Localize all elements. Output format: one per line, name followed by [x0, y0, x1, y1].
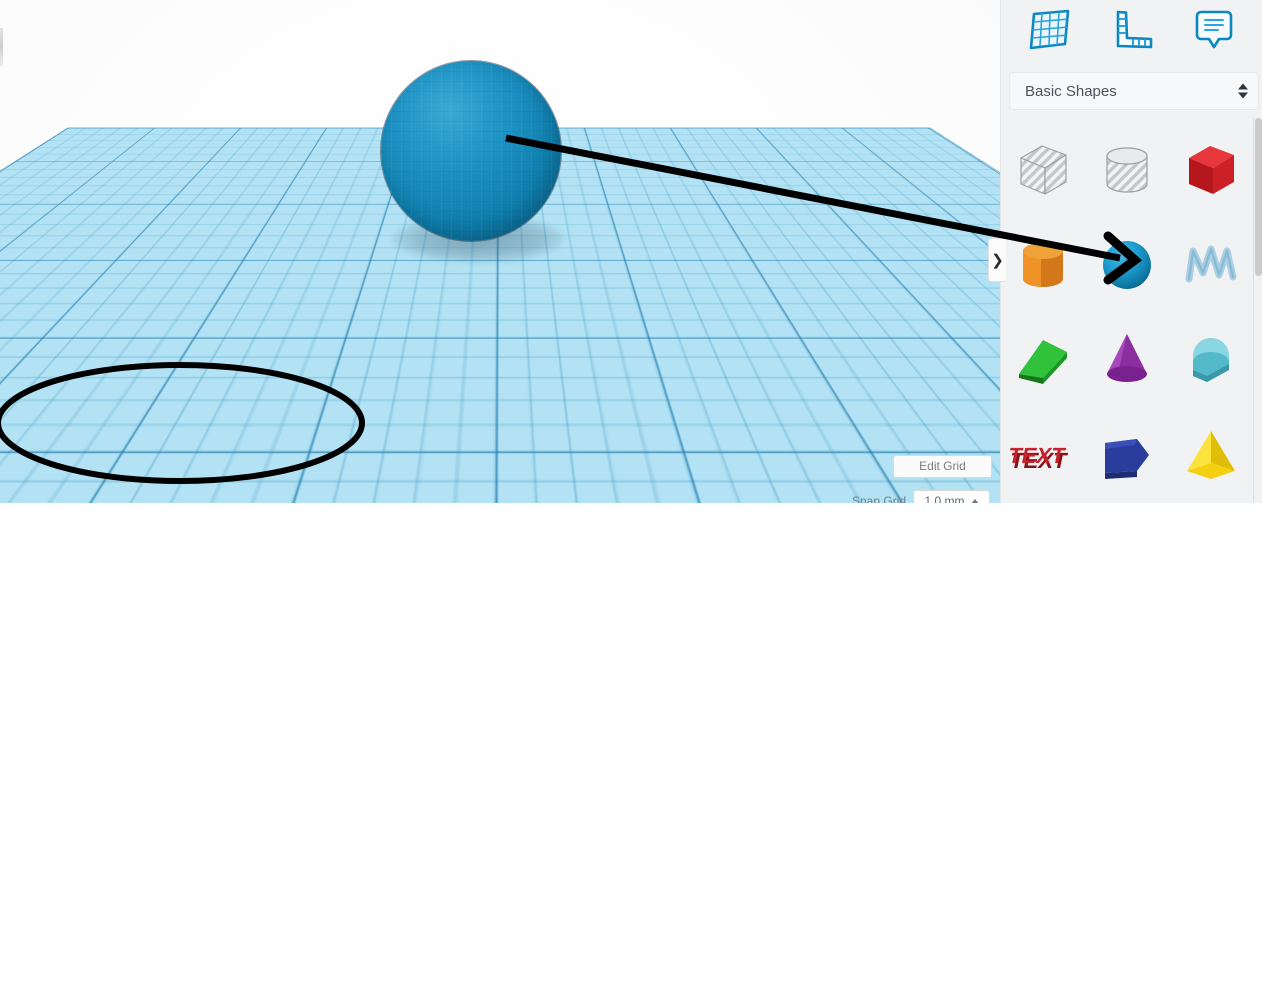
shapes-panel: Basic Shapes TEXT TEXT	[1000, 0, 1262, 503]
stepper-arrows-icon[interactable]	[1238, 83, 1248, 99]
screen-root: Workplane Edit Grid Snap Grid 1.0 mm	[0, 0, 1262, 988]
shape-item-sphere[interactable]	[1085, 217, 1169, 312]
shape-item-scribble[interactable]	[1169, 217, 1253, 312]
ruler-icon[interactable]	[1105, 6, 1159, 54]
panel-collapse-tab[interactable]: ❯	[988, 238, 1006, 282]
svg-text:TEXT: TEXT	[1009, 443, 1068, 468]
sphere-facets	[381, 61, 561, 241]
shape-item-cylinder[interactable]	[1001, 217, 1085, 312]
note-icon[interactable]	[1187, 6, 1241, 54]
shape-item-cylinder-hole[interactable]	[1085, 122, 1169, 217]
shape-item-cone[interactable]	[1085, 312, 1169, 407]
panel-toolbar	[1001, 0, 1262, 60]
shape-item-roof[interactable]	[1001, 312, 1085, 407]
shape-item-round-roof[interactable]	[1169, 312, 1253, 407]
shape-item-box-hole[interactable]	[1001, 122, 1085, 217]
sphere-object[interactable]	[381, 61, 561, 241]
shape-category-select[interactable]: Basic Shapes	[1009, 72, 1259, 110]
chevron-down-icon	[1238, 92, 1248, 99]
workplane-icon[interactable]	[1023, 6, 1077, 54]
snap-grid-select[interactable]: 1.0 mm	[913, 490, 991, 503]
snap-grid-label: Snap Grid	[852, 494, 907, 503]
shape-item-box[interactable]	[1169, 122, 1253, 217]
edit-grid-button[interactable]: Edit Grid	[893, 455, 992, 478]
snap-grid-value: 1.0 mm	[924, 494, 965, 503]
shape-category-label: Basic Shapes	[1025, 82, 1117, 100]
shape-grid: TEXT TEXT	[1001, 122, 1253, 502]
panel-scrollbar-thumb[interactable]	[1255, 118, 1262, 276]
snap-grid-control: Snap Grid 1.0 mm	[852, 490, 991, 503]
shape-item-polygon[interactable]	[1085, 407, 1169, 502]
blank-area	[0, 503, 1262, 988]
shape-item-pyramid[interactable]	[1169, 407, 1253, 502]
editor-viewport[interactable]: Workplane Edit Grid Snap Grid 1.0 mm	[0, 0, 1000, 503]
panel-scrollbar[interactable]	[1253, 118, 1262, 503]
shape-item-text[interactable]: TEXT TEXT	[1001, 407, 1085, 502]
chevron-up-icon	[1238, 83, 1248, 90]
